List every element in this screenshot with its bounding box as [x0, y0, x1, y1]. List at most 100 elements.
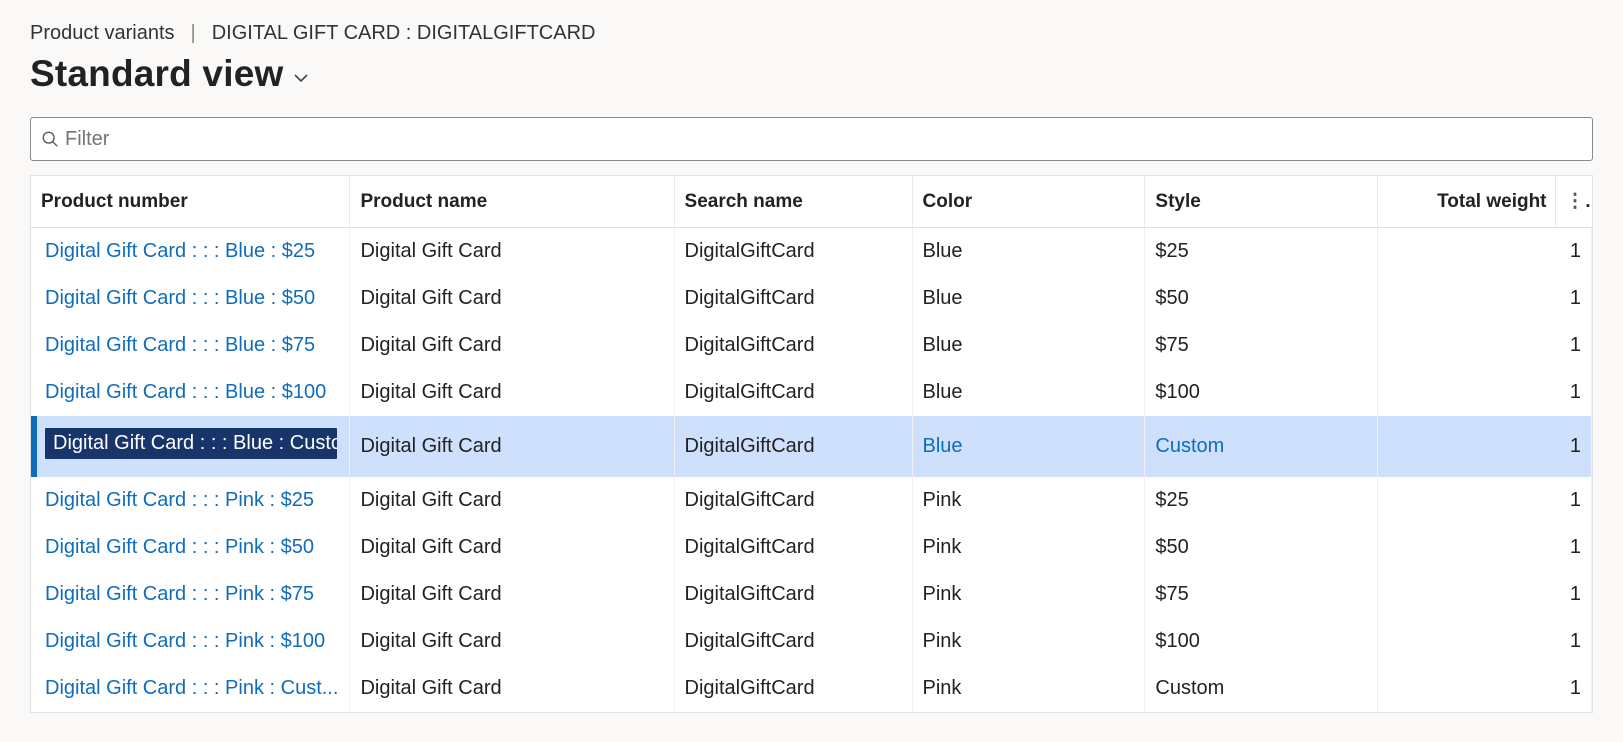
variants-grid: Product number Product name Search name …	[30, 175, 1593, 713]
cell-total-weight: 1	[1378, 416, 1592, 477]
cell-product-name: Digital Gift Card	[350, 618, 674, 665]
product-number-link[interactable]: Digital Gift Card : : : Blue : $100	[45, 381, 326, 403]
product-number-link[interactable]: Digital Gift Card : : : Blue : $50	[45, 287, 315, 309]
page-title: Standard view	[30, 53, 283, 95]
cell-color: Pink	[912, 477, 1145, 524]
cell-product-name: Digital Gift Card	[350, 665, 674, 712]
cell-product-number[interactable]: Digital Gift Card : : : Pink : $25	[31, 477, 350, 524]
cell-total-weight: 1	[1378, 228, 1592, 276]
cell-total-weight: 1	[1378, 275, 1592, 322]
cell-product-name: Digital Gift Card	[350, 571, 674, 618]
cell-style: $25	[1145, 228, 1378, 276]
cell-product-number[interactable]: Digital Gift Card : : : Blue : $100	[31, 369, 350, 416]
cell-color: Blue	[912, 228, 1145, 276]
cell-style: $50	[1145, 275, 1378, 322]
cell-style: $100	[1145, 369, 1378, 416]
breadcrumb-separator: |	[191, 22, 196, 45]
col-header-product-number[interactable]: Product number	[31, 176, 350, 228]
cell-product-name: Digital Gift Card	[350, 322, 674, 369]
table-row[interactable]: Digital Gift Card : : : Blue : $25 Digita…	[31, 228, 1592, 276]
cell-total-weight: 1	[1378, 369, 1592, 416]
more-vertical-icon: ⋮	[1566, 191, 1592, 212]
cell-product-number[interactable]: Digital Gift Card : : : Pink : Cust...	[31, 665, 350, 712]
cell-product-number[interactable]: Digital Gift Card : : : Blue : Custom	[31, 416, 350, 477]
table-row[interactable]: Digital Gift Card : : : Pink : $25 Digita…	[31, 477, 1592, 524]
cell-color: Blue	[912, 369, 1145, 416]
chevron-down-icon	[291, 68, 311, 88]
table-row[interactable]: Digital Gift Card : : : Blue : $75 Digita…	[31, 322, 1592, 369]
cell-product-name: Digital Gift Card	[350, 369, 674, 416]
breadcrumb-section[interactable]: Product variants	[30, 22, 175, 45]
cell-search-name: DigitalGiftCard	[674, 665, 912, 712]
product-number-link[interactable]: Digital Gift Card : : : Pink : $75	[45, 583, 314, 605]
cell-product-name: Digital Gift Card	[350, 416, 674, 477]
cell-search-name: DigitalGiftCard	[674, 228, 912, 276]
cell-total-weight: 1	[1378, 665, 1592, 712]
cell-total-weight: 1	[1378, 618, 1592, 665]
cell-search-name: DigitalGiftCard	[674, 477, 912, 524]
table-row[interactable]: Digital Gift Card : : : Blue : $50 Digita…	[31, 275, 1592, 322]
cell-product-number[interactable]: Digital Gift Card : : : Blue : $25	[31, 228, 350, 276]
breadcrumb: Product variants | DIGITAL GIFT CARD : D…	[30, 22, 1593, 45]
cell-color: Blue	[912, 275, 1145, 322]
cell-style: Custom	[1145, 416, 1378, 477]
column-options[interactable]: ⋮	[1555, 176, 1591, 228]
cell-search-name: DigitalGiftCard	[674, 524, 912, 571]
cell-style: $100	[1145, 618, 1378, 665]
col-header-style[interactable]: Style	[1145, 176, 1378, 228]
table-row[interactable]: Digital Gift Card : : : Pink : $75 Digita…	[31, 571, 1592, 618]
table-row[interactable]: Digital Gift Card : : : Pink : Cust... Di…	[31, 665, 1592, 712]
cell-product-name: Digital Gift Card	[350, 228, 674, 276]
cell-color: Pink	[912, 665, 1145, 712]
cell-search-name: DigitalGiftCard	[674, 618, 912, 665]
cell-search-name: DigitalGiftCard	[674, 416, 912, 477]
cell-color: Blue	[912, 322, 1145, 369]
cell-product-number[interactable]: Digital Gift Card : : : Blue : $50	[31, 275, 350, 322]
header-row: Product number Product name Search name …	[31, 176, 1592, 228]
table-row[interactable]: Digital Gift Card : : : Pink : $50 Digita…	[31, 524, 1592, 571]
cell-product-number[interactable]: Digital Gift Card : : : Pink : $50	[31, 524, 350, 571]
cell-style: $25	[1145, 477, 1378, 524]
col-header-total-weight[interactable]: Total weight	[1378, 176, 1555, 228]
product-number-link[interactable]: Digital Gift Card : : : Pink : Cust...	[45, 677, 338, 699]
cell-style: $75	[1145, 322, 1378, 369]
cell-search-name: DigitalGiftCard	[674, 571, 912, 618]
col-header-color[interactable]: Color	[912, 176, 1145, 228]
cell-product-name: Digital Gift Card	[350, 477, 674, 524]
cell-product-number[interactable]: Digital Gift Card : : : Pink : $75	[31, 571, 350, 618]
cell-product-number[interactable]: Digital Gift Card : : : Blue : $75	[31, 322, 350, 369]
cell-total-weight: 1	[1378, 524, 1592, 571]
product-number-link[interactable]: Digital Gift Card : : : Pink : $25	[45, 489, 314, 511]
cell-color: Pink	[912, 571, 1145, 618]
cell-total-weight: 1	[1378, 571, 1592, 618]
product-number-link[interactable]: Digital Gift Card : : : Blue : Custom	[45, 428, 337, 459]
cell-style: Custom	[1145, 665, 1378, 712]
table-row[interactable]: Digital Gift Card : : : Blue : $100 Digit…	[31, 369, 1592, 416]
cell-search-name: DigitalGiftCard	[674, 369, 912, 416]
cell-search-name: DigitalGiftCard	[674, 322, 912, 369]
cell-product-name: Digital Gift Card	[350, 275, 674, 322]
product-number-link[interactable]: Digital Gift Card : : : Blue : $25	[45, 240, 315, 262]
cell-search-name: DigitalGiftCard	[674, 275, 912, 322]
cell-color: Pink	[912, 618, 1145, 665]
cell-total-weight: 1	[1378, 322, 1592, 369]
product-number-link[interactable]: Digital Gift Card : : : Pink : $50	[45, 536, 314, 558]
cell-color: Blue	[912, 416, 1145, 477]
col-header-search-name[interactable]: Search name	[674, 176, 912, 228]
col-header-product-name[interactable]: Product name	[350, 176, 674, 228]
filter-field[interactable]	[30, 117, 1593, 161]
cell-product-number[interactable]: Digital Gift Card : : : Pink : $100	[31, 618, 350, 665]
view-selector[interactable]: Standard view	[30, 53, 1593, 95]
cell-style: $75	[1145, 571, 1378, 618]
product-number-link[interactable]: Digital Gift Card : : : Blue : $75	[45, 334, 315, 356]
breadcrumb-detail: DIGITAL GIFT CARD : DIGITALGIFTCARD	[212, 22, 596, 45]
search-icon	[41, 130, 59, 148]
table-row[interactable]: Digital Gift Card : : : Pink : $100 Digit…	[31, 618, 1592, 665]
filter-input[interactable]	[59, 128, 1582, 151]
product-number-link[interactable]: Digital Gift Card : : : Pink : $100	[45, 630, 325, 652]
cell-total-weight: 1	[1378, 477, 1592, 524]
cell-color: Pink	[912, 524, 1145, 571]
cell-product-name: Digital Gift Card	[350, 524, 674, 571]
table-row[interactable]: Digital Gift Card : : : Blue : Custom Dig…	[31, 416, 1592, 477]
cell-style: $50	[1145, 524, 1378, 571]
